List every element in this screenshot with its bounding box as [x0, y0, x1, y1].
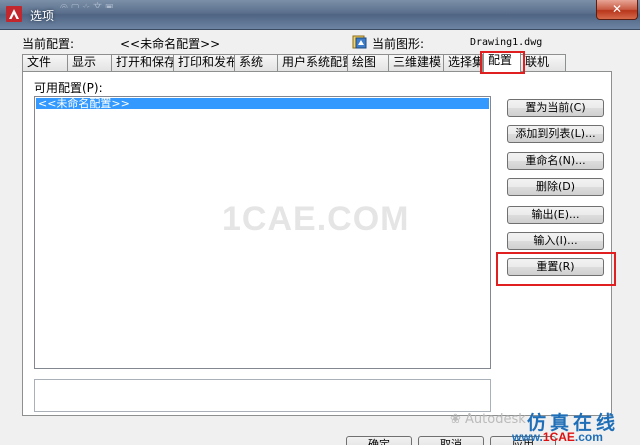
- current-profile-label: 当前配置:: [22, 37, 75, 51]
- autocad-app-icon: [6, 6, 22, 22]
- tab-system[interactable]: 系统: [234, 54, 278, 71]
- wechat-watermark: ❀ Autodesk: [450, 412, 526, 427]
- rename-button[interactable]: 重命名(N)...: [507, 152, 604, 170]
- window-title: 选项: [30, 9, 55, 23]
- tab-selection[interactable]: 选择集: [443, 54, 483, 71]
- tab-3d-modeling[interactable]: 三维建模: [388, 54, 444, 71]
- export-button[interactable]: 输出(E)...: [507, 206, 604, 224]
- tab-files[interactable]: 文件: [22, 54, 68, 71]
- delete-button[interactable]: 删除(D): [507, 178, 604, 196]
- available-profiles-label: 可用配置(P):: [34, 81, 103, 95]
- add-to-list-button[interactable]: 添加到列表(L)...: [507, 125, 604, 143]
- tab-profiles[interactable]: 配置: [483, 52, 521, 72]
- brand-url-mid: 1CAE: [542, 430, 575, 444]
- brand-url: www.1CAE.com: [512, 430, 603, 444]
- current-drawing-label: 当前图形:: [372, 37, 425, 51]
- title-bar[interactable]: 选项 ◎ ▢ ☆ 文 ▣ ✕: [0, 0, 640, 30]
- profile-description-box: [34, 379, 491, 412]
- list-item[interactable]: <<未命名配置>>: [36, 98, 489, 109]
- reset-button[interactable]: 重置(R): [507, 258, 604, 276]
- current-drawing-value: Drawing1.dwg: [470, 37, 543, 48]
- cancel-button[interactable]: 取消: [418, 436, 484, 445]
- brand-url-suffix: .com: [574, 430, 603, 444]
- set-current-button[interactable]: 置为当前(C): [507, 99, 604, 117]
- tab-user-preferences[interactable]: 用户系统配置: [277, 54, 348, 71]
- tab-plot-publish[interactable]: 打印和发布: [173, 54, 235, 71]
- current-profile-value: <<未命名配置>>: [120, 37, 221, 51]
- tab-display[interactable]: 显示: [67, 54, 112, 71]
- options-dialog: 选项 ◎ ▢ ☆ 文 ▣ ✕ 当前配置: <<未命名配置>> 当前图形: Dra…: [0, 0, 640, 445]
- close-button[interactable]: ✕: [596, 0, 638, 20]
- background-toolbar: ◎ ▢ ☆ 文 ▣: [60, 3, 114, 8]
- tab-strip: 文件 显示 打开和保存 打印和发布 系统 用户系统配置 绘图 三维建模 选择集 …: [22, 52, 612, 72]
- watermark: 1CAE.COM: [222, 200, 410, 238]
- tab-drafting[interactable]: 绘图: [347, 54, 389, 71]
- import-button[interactable]: 输入(I)...: [507, 232, 604, 250]
- drawing-file-icon: [352, 35, 367, 49]
- tab-online[interactable]: 联机: [520, 54, 566, 71]
- ok-button[interactable]: 确定: [346, 436, 412, 445]
- tab-open-save[interactable]: 打开和保存: [111, 54, 174, 71]
- brand-url-prefix: www.: [512, 430, 543, 444]
